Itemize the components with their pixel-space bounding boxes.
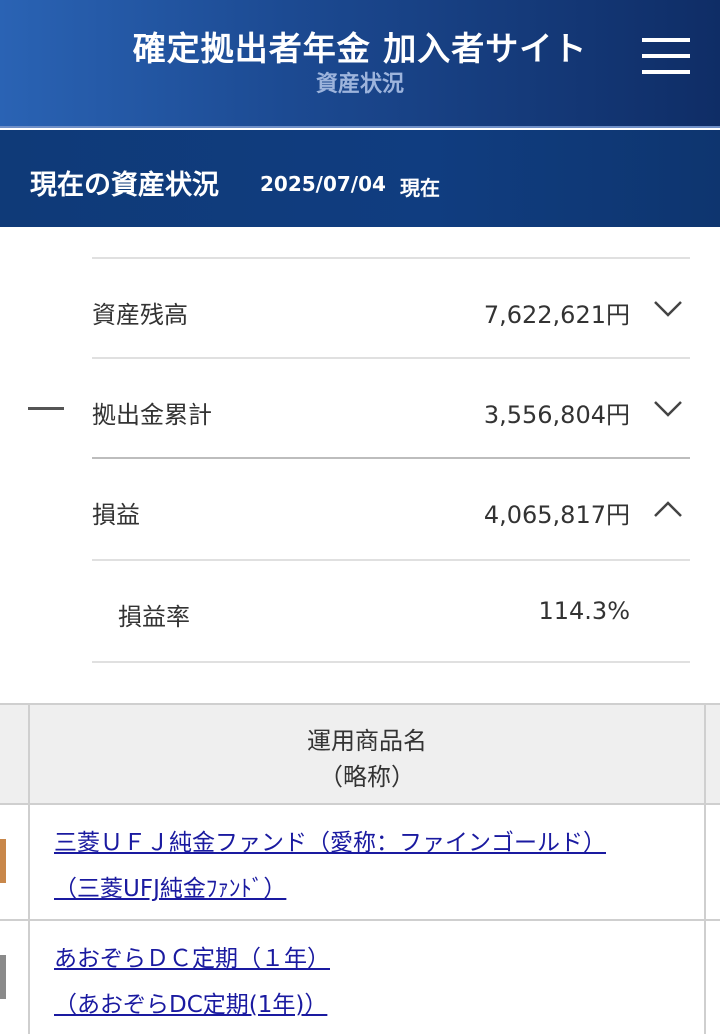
table-cell <box>0 803 30 921</box>
asset-label: 損益率 <box>118 603 190 631</box>
asset-row-profit[interactable]: 損益 4,065,817円 <box>92 459 690 559</box>
section-header: 現在の資産状況 2025/07/04 現在 <box>0 130 720 227</box>
fund-short-link[interactable]: （三菱UFJ純金ﾌｧﾝﾄﾞ） <box>54 869 286 903</box>
as-of-date: 2025/07/04 <box>260 172 386 196</box>
chevron-down-icon[interactable] <box>652 399 684 419</box>
app-header: 確定拠出者年金 加入者サイト 資産状況 <box>0 0 720 128</box>
divider <box>92 661 690 663</box>
asset-label: 拠出金累計 <box>92 401 212 429</box>
as-of-suffix: 現在 <box>400 176 440 200</box>
site-title: 確定拠出者年金 加入者サイト <box>132 29 588 68</box>
asset-value: 7,622,621円 <box>483 301 630 329</box>
asset-value: 114.3% <box>538 597 630 625</box>
fund-table: 運用商品名 （略称） 三菱ＵＦＪ純金ファンド（愛称：ファインゴールド） （三菱U… <box>0 703 720 1034</box>
column-header: 運用商品名 <box>307 727 427 755</box>
hamburger-menu-icon[interactable] <box>636 32 694 82</box>
asset-value: 4,065,817円 <box>483 501 630 529</box>
table-cell <box>704 803 720 921</box>
asset-row-balance[interactable]: 資産残高 7,622,621円 <box>92 259 690 359</box>
section-title: 現在の資産状況 <box>30 170 219 201</box>
fund-link[interactable]: 三菱ＵＦＪ純金ファンド（愛称：ファインゴールド） <box>54 823 606 857</box>
table-cell <box>704 919 720 1034</box>
table-row: あおぞらＤＣ定期（１年） （あおぞらDC定期(1年)） <box>28 919 706 1034</box>
minus-icon <box>28 407 64 410</box>
chevron-down-icon[interactable] <box>652 299 684 319</box>
table-header-cell <box>0 703 30 805</box>
asset-summary: 資産残高 7,622,621円 拠出金累計 3,556,804円 損益 4,06… <box>0 227 720 703</box>
asset-label: 資産残高 <box>92 301 188 329</box>
fund-marker <box>0 839 6 883</box>
fund-short-link[interactable]: （あおぞらDC定期(1年)） <box>54 985 327 1019</box>
table-cell <box>0 919 30 1034</box>
table-header-cell <box>704 703 720 805</box>
chevron-up-icon[interactable] <box>652 499 684 519</box>
asset-row-profit-rate: 損益率 114.3% <box>92 561 690 661</box>
asset-row-contribution[interactable]: 拠出金累計 3,556,804円 <box>92 359 690 459</box>
fund-marker <box>0 955 6 999</box>
page-subtitle: 資産状況 <box>315 72 404 97</box>
asset-value: 3,556,804円 <box>483 401 630 429</box>
table-header-cell: 運用商品名 （略称） <box>28 703 706 805</box>
fund-link[interactable]: あおぞらＤＣ定期（１年） <box>54 939 330 973</box>
column-header-sub: （略称） <box>319 763 415 791</box>
asset-label: 損益 <box>92 501 140 529</box>
table-row: 三菱ＵＦＪ純金ファンド（愛称：ファインゴールド） （三菱UFJ純金ﾌｧﾝﾄﾞ） <box>28 803 706 921</box>
